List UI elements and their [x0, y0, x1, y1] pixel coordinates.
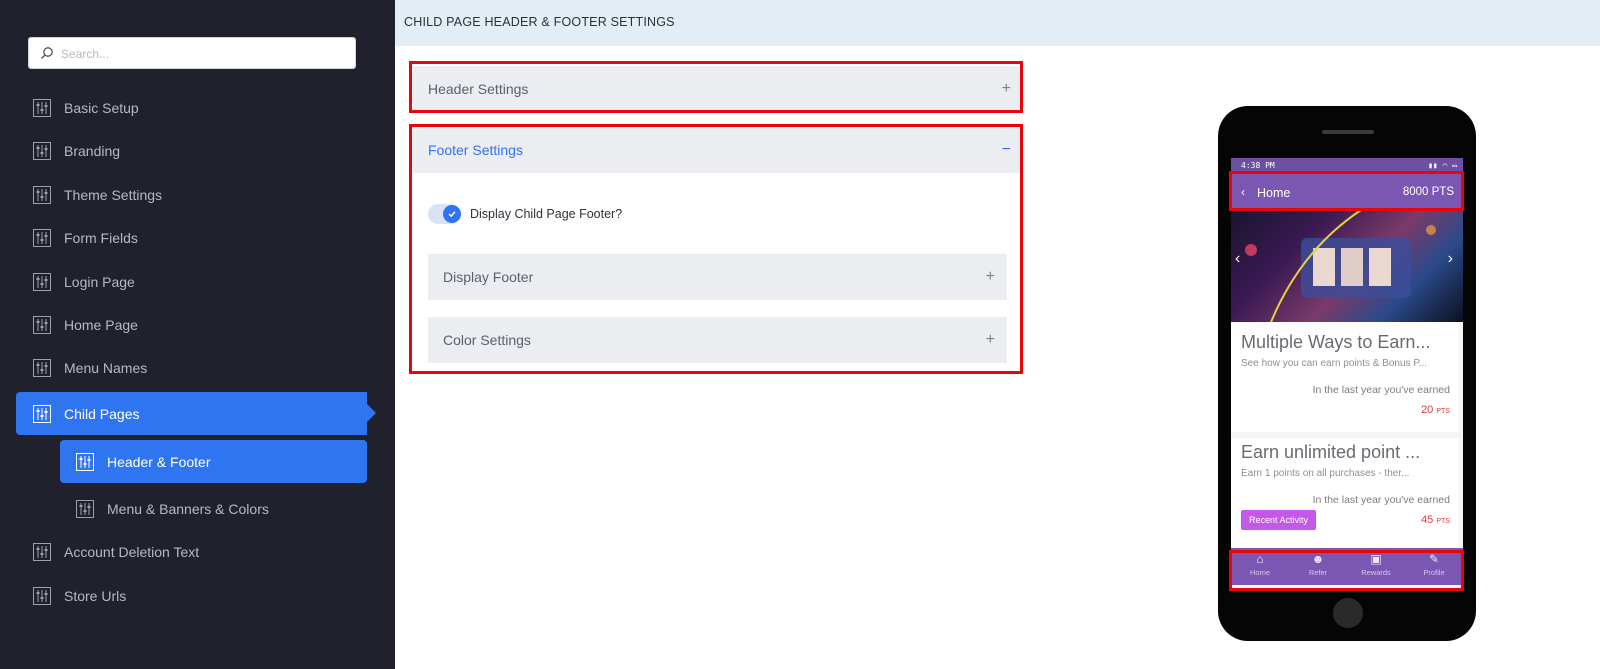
settings-sliders-icon [33, 186, 51, 204]
search-input[interactable]: Search... [28, 37, 356, 69]
sidebar-item-home-page[interactable]: Home Page [16, 304, 367, 346]
sidebar-item-child-pages[interactable]: Child Pages [16, 392, 376, 435]
sidebar-item-label: Login Page [64, 274, 135, 290]
card-description: See how you can earn points & Bonus P... [1241, 358, 1428, 369]
highlight-box [409, 61, 1023, 113]
settings-sliders-icon [33, 99, 51, 117]
sidebar-item-login-page[interactable]: Login Page [16, 261, 367, 303]
phone-home-button [1333, 598, 1363, 628]
sidebar-item-label: Menu Names [64, 360, 148, 376]
earn-card: Multiple Ways to Earn... See how you can… [1231, 322, 1459, 432]
highlight-box [1229, 171, 1464, 211]
sidebar-subitem-header-footer[interactable]: Header & Footer [60, 440, 367, 483]
settings-sliders-icon [33, 587, 51, 605]
earn-card: Earn unlimited point ... Earn 1 points o… [1231, 438, 1459, 548]
card-earned-label: In the last year you've earned [1312, 384, 1450, 396]
phone-screen: 4:38 PM ▮▮ ◠ ▭ ‹ Home 8000 PTS ‹ › Multi… [1231, 158, 1463, 590]
sidebar-item-label: Home Page [64, 317, 138, 333]
sidebar-item-theme-settings[interactable]: Theme Settings [16, 174, 367, 216]
card-description: Earn 1 points on all purchases - ther... [1241, 468, 1410, 479]
highlight-box [409, 124, 1023, 374]
settings-sliders-icon [33, 359, 51, 377]
sidebar-item-form-fields[interactable]: Form Fields [16, 217, 367, 259]
settings-sliders-icon [33, 142, 51, 160]
card-points: 45 PTS [1421, 514, 1450, 526]
phone-speaker [1322, 130, 1374, 134]
status-time: 4:38 PM [1241, 161, 1275, 170]
carousel-prev-icon[interactable]: ‹ [1235, 250, 1240, 268]
card-points: 20 PTS [1421, 404, 1450, 416]
carousel-next-icon[interactable]: › [1448, 250, 1453, 268]
settings-sliders-icon [33, 543, 51, 561]
sidebar-item-label: Theme Settings [64, 187, 163, 203]
search-icon [41, 47, 53, 59]
highlight-box [1229, 550, 1464, 591]
status-icons: ▮▮ ◠ ▭ [1428, 161, 1457, 170]
sidebar: Search... Basic Setup Branding Theme Set… [0, 0, 395, 669]
settings-sliders-icon [76, 500, 94, 518]
sidebar-item-label: Menu & Banners & Colors [107, 501, 269, 517]
sidebar-item-label: Header & Footer [107, 453, 211, 470]
settings-sliders-icon [33, 273, 51, 291]
settings-sliders-icon [33, 229, 51, 247]
sidebar-item-branding[interactable]: Branding [16, 130, 367, 172]
sidebar-item-basic-setup[interactable]: Basic Setup [16, 87, 367, 129]
sidebar-item-label: Store Urls [64, 588, 127, 604]
page-title: CHILD PAGE HEADER & FOOTER SETTINGS [404, 15, 675, 29]
sidebar-subitem-menu-banners-colors[interactable]: Menu & Banners & Colors [60, 488, 367, 530]
search-placeholder: Search... [61, 47, 110, 61]
sidebar-item-account-deletion-text[interactable]: Account Deletion Text [16, 531, 367, 573]
card-title: Earn unlimited point ... [1241, 442, 1421, 462]
sidebar-item-label: Child Pages [64, 405, 140, 422]
settings-sliders-icon [33, 316, 51, 334]
sidebar-item-label: Form Fields [64, 230, 138, 246]
card-earned-label: In the last year you've earned [1312, 494, 1450, 506]
sidebar-item-store-urls[interactable]: Store Urls [16, 575, 367, 617]
sidebar-item-label: Basic Setup [64, 100, 139, 116]
settings-sliders-icon [33, 404, 51, 423]
settings-sliders-icon [76, 452, 94, 471]
sidebar-item-menu-names[interactable]: Menu Names [16, 347, 367, 389]
sidebar-item-label: Account Deletion Text [64, 544, 200, 560]
recent-activity-button[interactable]: Recent Activity [1241, 510, 1317, 530]
page-header: CHILD PAGE HEADER & FOOTER SETTINGS [395, 0, 1600, 46]
hero-image: ‹ › [1231, 210, 1463, 322]
sidebar-item-label: Branding [64, 143, 121, 159]
card-title: Multiple Ways to Earn... [1241, 332, 1431, 352]
